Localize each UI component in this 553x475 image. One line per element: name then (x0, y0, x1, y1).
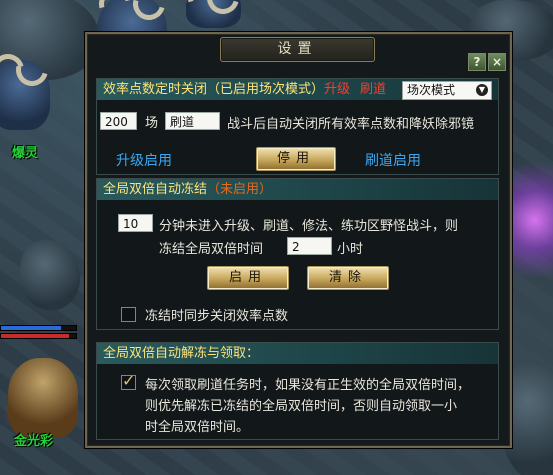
mode-dropdown[interactable]: 场次模式 ▼ (402, 81, 492, 100)
hp-bar (0, 325, 77, 331)
brush-enable-label: 刷道启用 (365, 153, 421, 169)
count-input[interactable]: 200 (100, 112, 137, 130)
unit-label: 场 (145, 116, 159, 131)
monster-sprite[interactable] (0, 60, 50, 130)
monster-sprite[interactable] (186, 0, 241, 28)
section-title: 效率点数定时关闭（已启用场次模式） (103, 82, 325, 97)
unfreeze-line1: 每次领取刷道任务时，如果没有正生效的全局双倍时间， (145, 378, 471, 393)
close-button[interactable]: × (488, 53, 506, 71)
unfreeze-line2: 则优先解冻已冻结的全局双倍时间，否则自动领取一小 (145, 399, 458, 414)
mode-brush-label: 刷道 (360, 82, 387, 97)
section-title: 全局双倍自动冻结 (103, 182, 208, 197)
stop-button[interactable]: 停用 (256, 147, 336, 171)
hours-unit: 小时 (337, 242, 364, 257)
description-text: 战斗后自动关闭所有效率点数和降妖除邪镜 (227, 117, 475, 132)
double-unfreeze-section: 全局双倍自动解冻与领取： 每次领取刷道任务时，如果没有正生效的全局双倍时间， 则… (96, 342, 499, 440)
section-title: 全局双倍自动解冻与领取： (103, 346, 260, 361)
auto-unfreeze-checkbox[interactable] (121, 371, 136, 390)
clear-button[interactable]: 清除 (307, 266, 389, 290)
double-freeze-section: 全局双倍自动冻结（未启用） 10 分钟未进入升级、刷道、修法、练功区野怪战斗，则… (96, 178, 499, 330)
freeze-status: （未启用） (207, 182, 273, 197)
help-button[interactable]: ? (468, 53, 486, 71)
mp-bar (0, 333, 77, 339)
section-header: 全局双倍自动冻结（未启用） (97, 179, 498, 200)
chevron-down-icon: ▼ (476, 84, 488, 96)
minutes-input[interactable]: 10 (118, 214, 153, 232)
freeze-line1: 分钟未进入升级、刷道、修法、练功区野怪战斗，则 (159, 219, 459, 234)
mode-dropdown-value: 场次模式 (407, 83, 456, 97)
dialog-title: 设置 (220, 37, 375, 62)
player-character[interactable] (8, 358, 78, 438)
hours-input[interactable]: 2 (287, 237, 332, 255)
section-header: 全局双倍自动解冻与领取： (97, 343, 498, 364)
npc-name-bottom[interactable]: 金光彩 (14, 430, 53, 449)
unfreeze-line3: 时全局双倍时间。 (145, 420, 250, 435)
level-enable-label: 升级启用 (116, 153, 172, 169)
enable-button[interactable]: 启用 (207, 266, 289, 290)
sync-close-label: 冻结时同步关闭效率点数 (145, 309, 289, 324)
npc-name-top[interactable]: 爆灵 (12, 142, 38, 161)
freeze-line2: 冻结全局双倍时间 (159, 242, 264, 257)
mode-input[interactable]: 刷道 (165, 112, 220, 130)
mode-level-label: 升级 (324, 82, 351, 97)
rock (20, 240, 80, 310)
sync-close-checkbox[interactable] (121, 307, 136, 322)
settings-dialog: 设置 ? × 效率点数定时关闭（已启用场次模式）升级 刷道 200 场 刷道 战斗… (85, 32, 512, 448)
